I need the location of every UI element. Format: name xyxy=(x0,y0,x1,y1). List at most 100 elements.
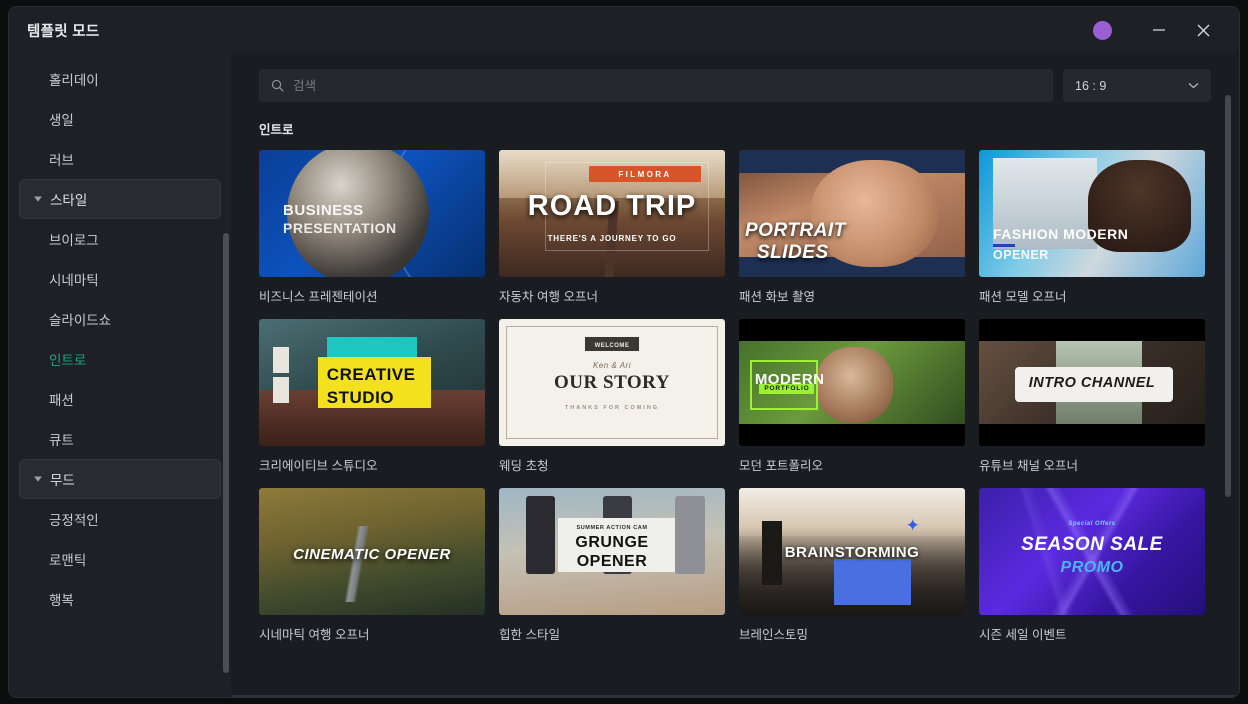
sidebar-item-label: 로맨틱 xyxy=(49,553,87,568)
thumbnail-art: WELCOME Ken & Ari OUR STORY THANKS FOR C… xyxy=(499,319,725,446)
search-input[interactable] xyxy=(293,78,1041,93)
template-card-label: 힙한 스타일 xyxy=(499,628,560,642)
template-card-label: 패션 화보 촬영 xyxy=(739,290,815,304)
sidebar-item-label: 시네마틱 xyxy=(49,273,99,288)
sidebar-item-label: 행복 xyxy=(49,593,74,608)
template-card-label: 비즈니스 프레젠테이션 xyxy=(259,290,378,304)
toolbar: 16 : 9 xyxy=(231,53,1239,102)
thumbnail-art: BUSINESS PRESENTATION xyxy=(259,150,485,277)
minimize-icon xyxy=(1153,29,1165,31)
close-icon xyxy=(1197,24,1209,36)
template-thumbnail[interactable]: INTRO CHANNEL xyxy=(979,319,1205,446)
template-card[interactable]: INTRO CHANNEL 유튜브 채널 오프너 xyxy=(979,319,1205,474)
window-controls xyxy=(1093,10,1225,50)
sidebar-scrollbar[interactable] xyxy=(223,233,229,673)
template-card[interactable]: ✦ BRAINSTORMING 브레인스토밍 xyxy=(739,488,965,643)
sidebar-item-label: 슬라이드쇼 xyxy=(49,313,112,328)
sidebar-item-3[interactable]: 스타일 xyxy=(19,179,221,219)
close-button[interactable] xyxy=(1181,10,1225,50)
template-thumbnail[interactable]: WELCOME Ken & Ari OUR STORY THANKS FOR C… xyxy=(499,319,725,446)
thumbnail-art: CINEMATIC OPENER xyxy=(259,488,485,615)
template-thumbnail[interactable]: BUSINESS PRESENTATION xyxy=(259,150,485,277)
sidebar-item-0[interactable]: 홀리데이 xyxy=(19,59,221,99)
sidebar: 홀리데이생일러브스타일브이로그시네마틱슬라이드쇼인트로패션큐트무드긍정적인로맨틱… xyxy=(9,53,231,697)
thumbnail-art: Special Offers SEASON SALE PROMO xyxy=(979,488,1205,615)
sidebar-item-6[interactable]: 슬라이드쇼 xyxy=(19,299,221,339)
main-panel: 16 : 9 인트로 BUSINESS PRESENTATION 비즈니스 프레젠… xyxy=(231,53,1239,697)
template-card-label: 유튜브 채널 오프너 xyxy=(979,459,1078,473)
template-card-label: 시즌 세일 이벤트 xyxy=(979,628,1067,642)
template-card-label: 패션 모델 오프너 xyxy=(979,290,1067,304)
template-grid-wrap: BUSINESS PRESENTATION 비즈니스 프레젠테이션 FILMORA… xyxy=(231,138,1239,695)
template-card[interactable]: MODERN PORTFOLIO 모던 포트폴리오 xyxy=(739,319,965,474)
template-card[interactable]: CREATIVE STUDIO 크리에이티브 스튜디오 xyxy=(259,319,485,474)
window-title: 템플릿 모드 xyxy=(27,23,100,40)
sidebar-item-1[interactable]: 생일 xyxy=(19,99,221,139)
sidebar-item-4[interactable]: 브이로그 xyxy=(19,219,221,259)
template-thumbnail[interactable]: CINEMATIC OPENER xyxy=(259,488,485,615)
thumbnail-art: FASHION MODERN OPENER xyxy=(979,150,1205,277)
title-bar: 템플릿 모드 xyxy=(9,7,1239,53)
template-card-label: 모던 포트폴리오 xyxy=(739,459,823,473)
sidebar-item-label: 무드 xyxy=(50,473,75,488)
sidebar-item-label: 인트로 xyxy=(49,353,87,368)
template-card[interactable]: Special Offers SEASON SALE PROMO 시즌 세일 이벤… xyxy=(979,488,1205,643)
sidebar-item-5[interactable]: 시네마틱 xyxy=(19,259,221,299)
caret-down-icon xyxy=(34,196,42,202)
aspect-ratio-value: 16 : 9 xyxy=(1075,78,1107,93)
sidebar-item-label: 큐트 xyxy=(49,433,74,448)
minimize-button[interactable] xyxy=(1137,10,1181,50)
template-thumbnail[interactable]: FASHION MODERN OPENER xyxy=(979,150,1205,277)
sidebar-item-label: 스타일 xyxy=(50,193,88,208)
sidebar-item-label: 패션 xyxy=(49,393,74,408)
sidebar-item-8[interactable]: 패션 xyxy=(19,379,221,419)
template-thumbnail[interactable]: MODERN PORTFOLIO xyxy=(739,319,965,446)
search-icon xyxy=(271,79,284,92)
template-card[interactable]: WELCOME Ken & Ari OUR STORY THANKS FOR C… xyxy=(499,319,725,474)
sidebar-item-12[interactable]: 로맨틱 xyxy=(19,539,221,579)
sidebar-item-2[interactable]: 러브 xyxy=(19,139,221,179)
template-card-label: 크리에이티브 스튜디오 xyxy=(259,459,378,473)
sidebar-item-13[interactable]: 행복 xyxy=(19,579,221,619)
template-thumbnail[interactable]: ✦ BRAINSTORMING xyxy=(739,488,965,615)
section-title: 인트로 xyxy=(259,123,294,137)
sidebar-item-label: 생일 xyxy=(49,113,74,128)
sidebar-item-label: 브이로그 xyxy=(49,233,99,248)
template-card-label: 시네마틱 여행 오프너 xyxy=(259,628,370,642)
caret-down-icon xyxy=(34,476,42,482)
chevron-down-icon xyxy=(1188,83,1199,89)
template-grid: BUSINESS PRESENTATION 비즈니스 프레젠테이션 FILMORA… xyxy=(259,150,1211,643)
template-card[interactable]: PORTRAIT SLIDES 패션 화보 촬영 xyxy=(739,150,965,305)
template-card-label: 브레인스토밍 xyxy=(739,628,809,642)
thumbnail-art: CREATIVE STUDIO xyxy=(259,319,485,446)
search-box[interactable] xyxy=(259,69,1053,102)
template-card[interactable]: SUMMER ACTION CAM GRUNGE OPENER 힙한 스타일 xyxy=(499,488,725,643)
template-card[interactable]: BUSINESS PRESENTATION 비즈니스 프레젠테이션 xyxy=(259,150,485,305)
sidebar-item-11[interactable]: 긍정적인 xyxy=(19,499,221,539)
template-card-label: 웨딩 초청 xyxy=(499,459,549,473)
template-card-label: 자동차 여행 오프너 xyxy=(499,290,598,304)
template-mode-window: 템플릿 모드 홀리데이 생일 러브 스타일 브이로그 시네마틱 슬라이드쇼 인트로 패션 큐트 무드… xyxy=(8,6,1240,698)
content-scrollbar[interactable] xyxy=(1225,95,1231,497)
sidebar-item-7[interactable]: 인트로 xyxy=(19,339,221,379)
template-thumbnail[interactable]: PORTRAIT SLIDES xyxy=(739,150,965,277)
template-thumbnail[interactable]: SUMMER ACTION CAM GRUNGE OPENER xyxy=(499,488,725,615)
template-card[interactable]: CINEMATIC OPENER 시네마틱 여행 오프너 xyxy=(259,488,485,643)
thumbnail-art: INTRO CHANNEL xyxy=(979,319,1205,446)
thumbnail-art: MODERN PORTFOLIO xyxy=(739,319,965,446)
template-card[interactable]: FILMORA ROAD TRIP THERE'S A JOURNEY TO G… xyxy=(499,150,725,305)
template-thumbnail[interactable]: FILMORA ROAD TRIP THERE'S A JOURNEY TO G… xyxy=(499,150,725,277)
aspect-ratio-select[interactable]: 16 : 9 xyxy=(1063,69,1211,102)
sidebar-item-10[interactable]: 무드 xyxy=(19,459,221,499)
user-avatar[interactable] xyxy=(1093,20,1112,40)
sidebar-item-9[interactable]: 큐트 xyxy=(19,419,221,459)
sidebar-item-label: 러브 xyxy=(49,153,74,168)
thumbnail-art: PORTRAIT SLIDES xyxy=(739,150,965,277)
thumbnail-art: FILMORA ROAD TRIP THERE'S A JOURNEY TO G… xyxy=(499,150,725,277)
sidebar-list: 홀리데이생일러브스타일브이로그시네마틱슬라이드쇼인트로패션큐트무드긍정적인로맨틱… xyxy=(9,59,231,697)
thumbnail-art: SUMMER ACTION CAM GRUNGE OPENER xyxy=(499,488,725,615)
window-body: 홀리데이 생일 러브 스타일 브이로그 시네마틱 슬라이드쇼 인트로 패션 큐트 무드 긍정적인 로맨틱… xyxy=(9,53,1239,697)
template-card[interactable]: FASHION MODERN OPENER 패션 모델 오프너 xyxy=(979,150,1205,305)
template-thumbnail[interactable]: CREATIVE STUDIO xyxy=(259,319,485,446)
template-thumbnail[interactable]: Special Offers SEASON SALE PROMO xyxy=(979,488,1205,615)
